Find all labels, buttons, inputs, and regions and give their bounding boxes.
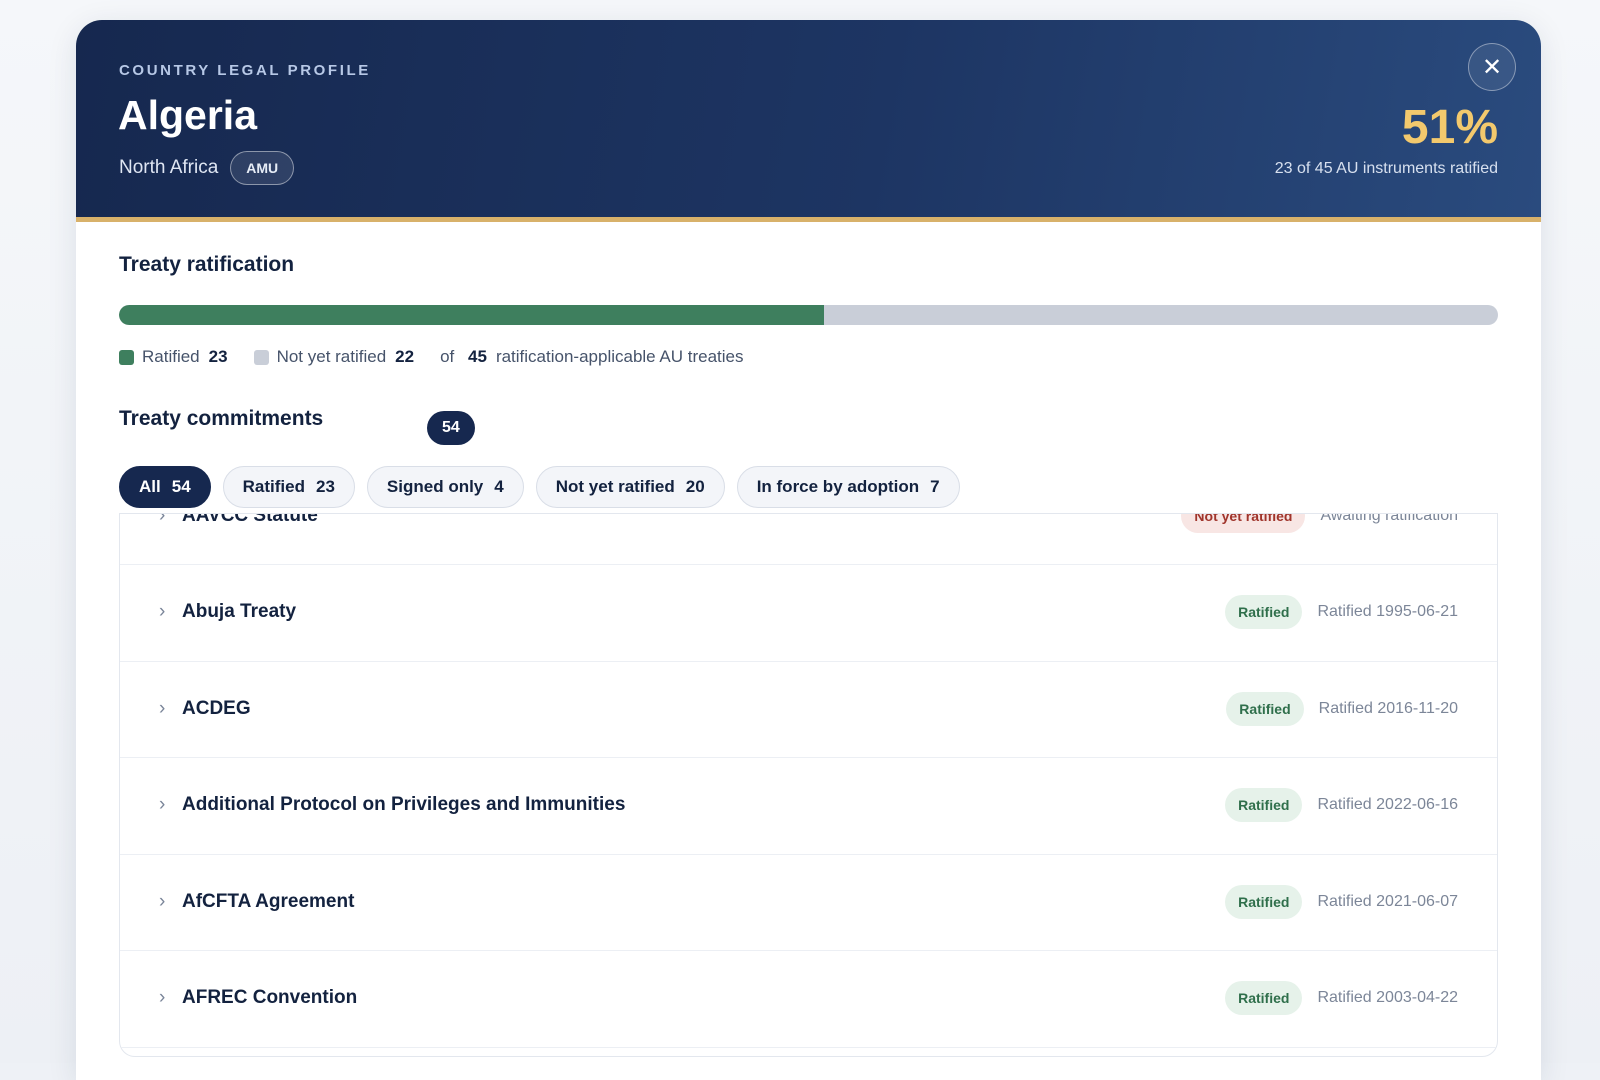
status-badge: Ratified bbox=[1225, 884, 1303, 919]
treaty-status: Ratified Ratified 2022-06-16 bbox=[1225, 788, 1458, 822]
treaty-row[interactable]: › Abuja Treaty Ratified Ratified 1995-06-21 bbox=[120, 564, 1497, 662]
close-button[interactable]: ✕ bbox=[1468, 43, 1516, 91]
treaty-row[interactable]: › Additional Protocol on Privileges and I… bbox=[120, 757, 1497, 855]
not-ratified-swatch bbox=[253, 349, 269, 365]
ratification-section-title: Treaty ratification bbox=[119, 253, 295, 276]
status-badge: Ratified bbox=[1225, 981, 1303, 1015]
filter-not-yet-ratified[interactable]: Not yet ratified 20 bbox=[535, 466, 725, 508]
legend-ratified-count: 23 bbox=[208, 347, 228, 366]
treaty-name: ACDEG bbox=[182, 697, 251, 719]
legend-total: 45 bbox=[468, 347, 487, 366]
ratification-progress-fill bbox=[119, 305, 824, 325]
legend-ratified-label: Ratified bbox=[142, 347, 200, 366]
status-date: Awaiting ratification bbox=[1320, 513, 1458, 524]
chevron-right-icon[interactable]: › bbox=[159, 987, 165, 1009]
treaty-list[interactable]: › AAVCC Statute Not yet ratified Awaiting r… bbox=[119, 513, 1498, 1057]
treaty-name: AFREC Convention bbox=[182, 987, 358, 1008]
filter-count: 54 bbox=[171, 477, 191, 496]
status-date: Ratified 1995-06-21 bbox=[1317, 603, 1458, 620]
legend-not-ratified-label: Not yet ratified bbox=[276, 347, 387, 366]
chevron-right-icon[interactable]: › bbox=[159, 698, 165, 720]
treaty-row[interactable]: › AfCFTA Agreement Ratified Ratified 2021-0… bbox=[120, 853, 1497, 951]
treaty-name: AfCFTA Agreement bbox=[182, 890, 355, 912]
status-date: Ratified 2022-06-16 bbox=[1317, 796, 1458, 813]
status-date: Ratified 2016-11-20 bbox=[1318, 699, 1458, 717]
treaty-row[interactable]: › AAVCC Statute Not yet ratified Awaiting r… bbox=[120, 513, 1497, 565]
country-profile-modal: COUNTRY LEGAL PROFILE Algeria North Afri… bbox=[76, 20, 1541, 1080]
legend-not-ratified-count: 22 bbox=[395, 347, 415, 366]
country-name: Algeria bbox=[118, 92, 257, 138]
status-badge: Ratified bbox=[1225, 595, 1303, 629]
close-icon: ✕ bbox=[1481, 53, 1503, 81]
treaty-name: AAVCC Statute bbox=[182, 513, 318, 526]
profile-header: COUNTRY LEGAL PROFILE Algeria North Afri… bbox=[76, 20, 1541, 222]
legend-total-suffix: ratification-applicable AU treaties bbox=[495, 347, 744, 366]
filter-signed-only[interactable]: Signed only 4 bbox=[366, 466, 524, 508]
status-badge: Ratified bbox=[1225, 788, 1303, 822]
filter-ratified[interactable]: Ratified 23 bbox=[222, 466, 355, 508]
treaty-status: Ratified Ratified 2003-04-22 bbox=[1225, 981, 1458, 1015]
filter-count: 4 bbox=[494, 477, 504, 496]
commitments-count-badge: 54 bbox=[427, 411, 475, 445]
filter-all[interactable]: All 54 bbox=[119, 466, 211, 508]
treaty-row[interactable]: › AFREC Convention Ratified Ratified 2003-0… bbox=[120, 950, 1497, 1048]
ratification-legend: Ratified 23 Not yet ratified 22 of 45 ra… bbox=[119, 347, 744, 367]
commitments-section-title: Treaty commitments bbox=[119, 407, 324, 430]
regional-bloc-badge: AMU bbox=[230, 151, 295, 185]
filter-label: Ratified bbox=[242, 477, 305, 496]
chevron-right-icon[interactable]: › bbox=[159, 794, 165, 816]
status-badge: Ratified bbox=[1226, 691, 1304, 726]
chevron-right-icon[interactable]: › bbox=[159, 514, 165, 527]
commitment-filters: All 54 Ratified 23 Signed only 4 Not yet ratif… bbox=[119, 466, 960, 508]
status-date: Ratified 2021-06-07 bbox=[1317, 892, 1458, 910]
status-date: Ratified 2003-04-22 bbox=[1317, 989, 1458, 1006]
treaty-status: Ratified Ratified 2016-11-20 bbox=[1226, 691, 1458, 726]
chevron-right-icon[interactable]: › bbox=[159, 601, 165, 623]
legend-of: of 45 bbox=[440, 347, 487, 366]
treaty-status: Not yet ratified Awaiting ratification bbox=[1181, 513, 1458, 533]
treaty-name: Abuja Treaty bbox=[182, 601, 297, 622]
region-row: North Africa AMU bbox=[119, 151, 295, 185]
filter-in-force-by-adoption[interactable]: In force by adoption 7 bbox=[736, 466, 960, 508]
filter-label: In force by adoption bbox=[756, 477, 920, 496]
filter-count: 20 bbox=[685, 477, 705, 496]
filter-label: All bbox=[139, 477, 161, 496]
chevron-right-icon[interactable]: › bbox=[159, 891, 165, 913]
region-label: North Africa bbox=[119, 157, 219, 178]
treaty-status: Ratified Ratified 1995-06-21 bbox=[1225, 595, 1458, 629]
ratification-summary: 23 of 45 AU instruments ratified bbox=[1274, 160, 1498, 177]
treaty-status: Ratified Ratified 2021-06-07 bbox=[1225, 884, 1458, 919]
header-eyebrow: COUNTRY LEGAL PROFILE bbox=[119, 62, 371, 79]
ratified-swatch bbox=[119, 349, 134, 365]
treaty-row[interactable]: › ACDEG Ratified Ratified 2016-11-20 bbox=[120, 660, 1497, 758]
ratification-progress-bar bbox=[119, 305, 1498, 325]
ratification-percent: 51% bbox=[1401, 101, 1498, 154]
filter-count: 23 bbox=[316, 477, 335, 496]
filter-label: Signed only bbox=[386, 477, 484, 496]
filter-label: Not yet ratified bbox=[555, 477, 675, 496]
filter-count: 7 bbox=[930, 477, 940, 496]
status-badge: Not yet ratified bbox=[1181, 514, 1306, 533]
treaty-name: Additional Protocol on Privileges and Im… bbox=[182, 794, 626, 815]
